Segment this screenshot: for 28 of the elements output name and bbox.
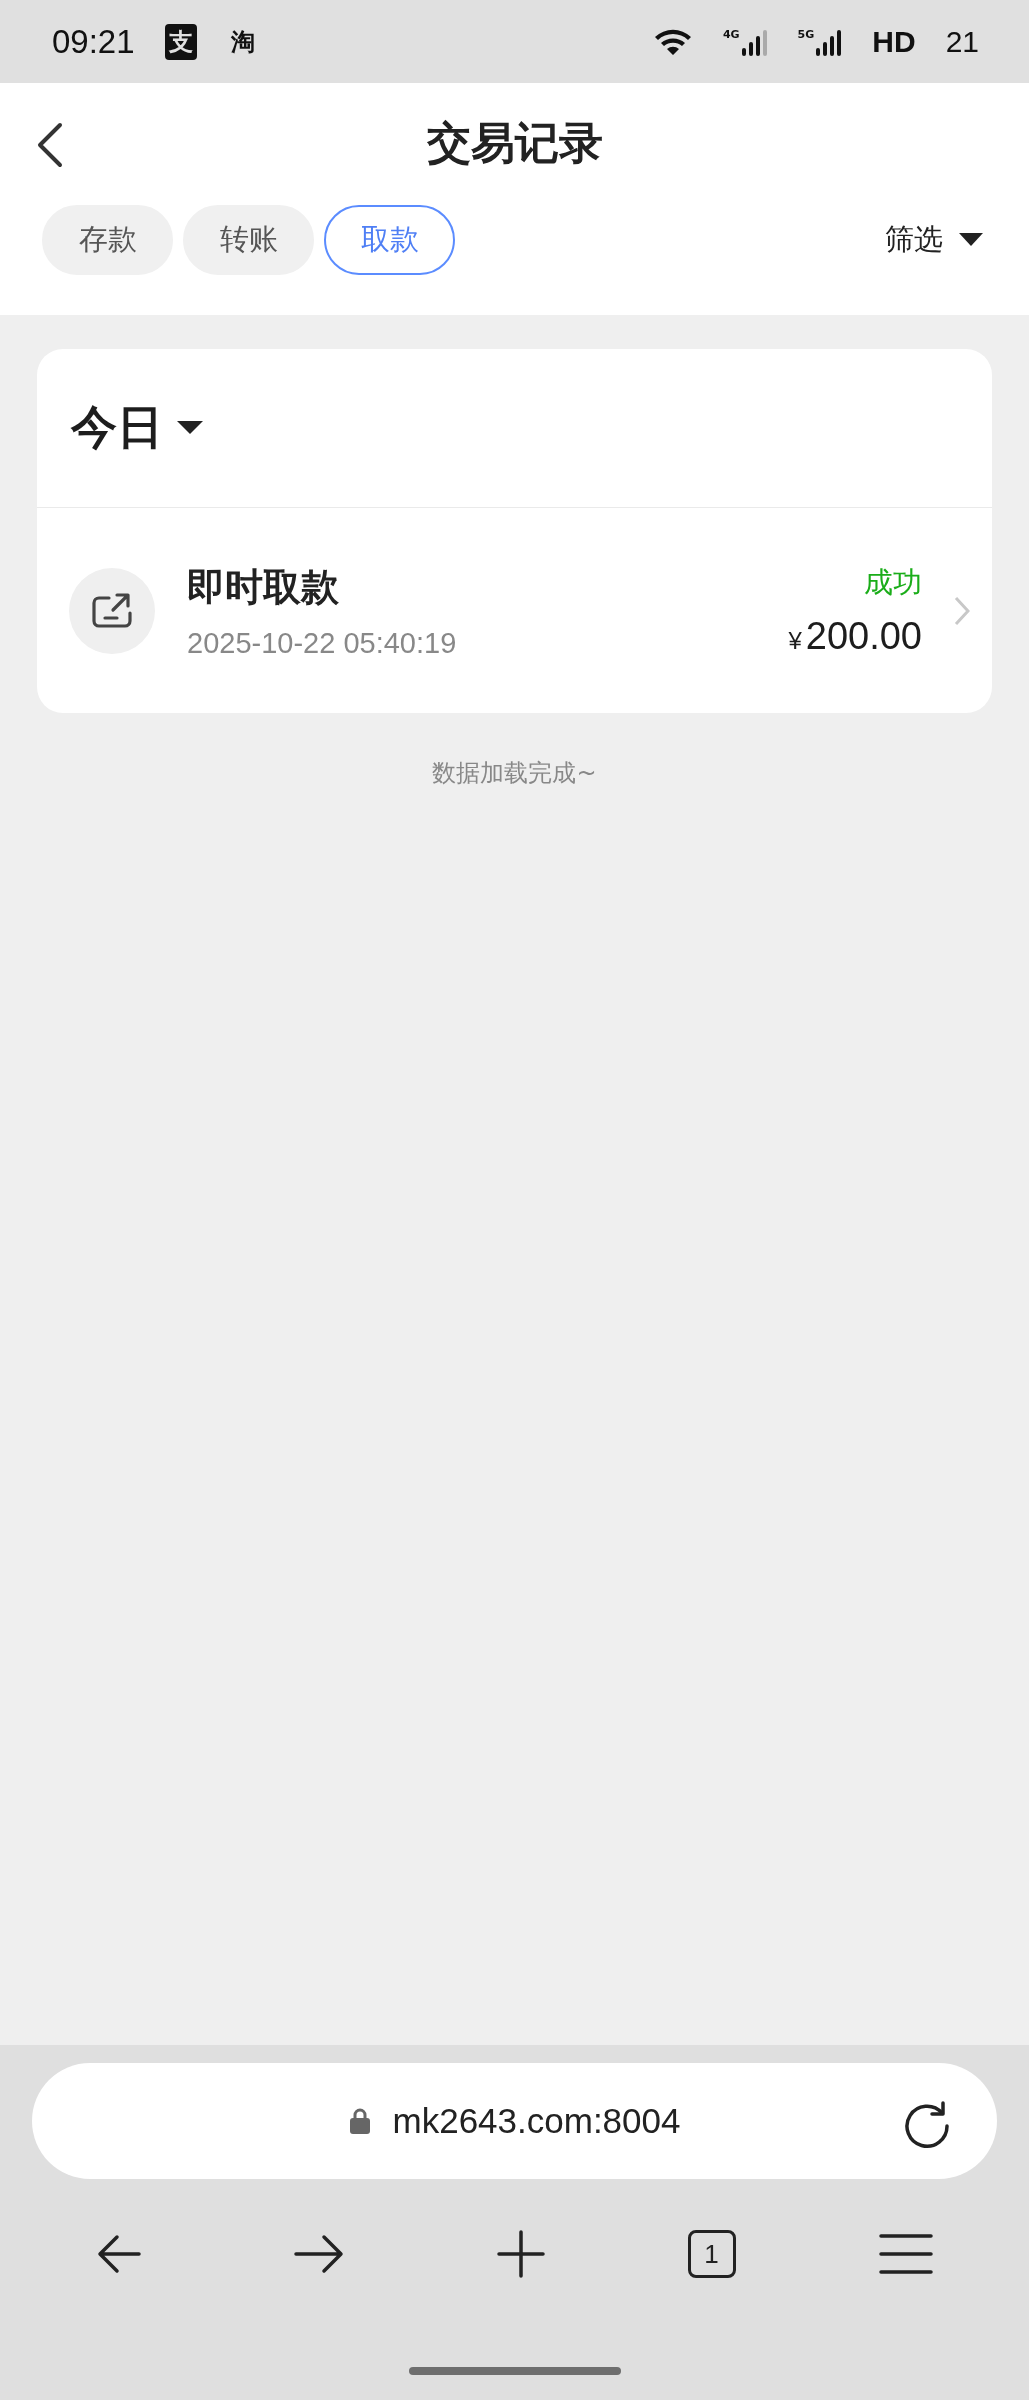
url-text: mk2643.com:8004 (392, 2101, 681, 2141)
back-icon[interactable] (36, 122, 64, 168)
transaction-amount: ¥200.00 (788, 615, 922, 658)
app-notification-icon: 支 (164, 23, 197, 60)
tab-count-button[interactable]: 1 (687, 2230, 736, 2278)
filter-dropdown[interactable]: 筛选 (879, 219, 989, 261)
filter-tab[interactable]: 存款 (42, 205, 173, 275)
filter-tab[interactable]: 取款 (324, 205, 455, 275)
address-bar[interactable]: mk2643.com:8004 (32, 2063, 997, 2179)
caret-down-icon (177, 421, 203, 435)
network-type: HD (872, 24, 916, 59)
caret-down-icon (959, 233, 983, 247)
app-notification-icon: 淘 (226, 23, 259, 60)
chevron-right-icon (954, 595, 970, 626)
load-complete-text: 数据加载完成~ (432, 758, 597, 789)
status-time: 09:21 (52, 22, 135, 61)
filter-tab[interactable]: 转账 (183, 205, 314, 275)
battery-level: 21 (945, 24, 979, 59)
reload-icon[interactable] (902, 2099, 952, 2149)
transaction-name: 即时取款 (187, 563, 340, 611)
date-range-dropdown[interactable]: 今日 (71, 397, 203, 459)
transaction-status: 成功 (864, 564, 922, 601)
transaction-time: 2025-10-22 05:40:19 (187, 626, 458, 660)
signal-indicator: 5G (797, 27, 843, 56)
signal-indicator: 4G (722, 27, 768, 56)
page-title: 交易记录 (426, 115, 603, 170)
transaction-row[interactable]: 即时取款 2025-10-22 05:40:19 成功 ¥200.00 (37, 508, 992, 713)
lock-icon (348, 2107, 371, 2135)
